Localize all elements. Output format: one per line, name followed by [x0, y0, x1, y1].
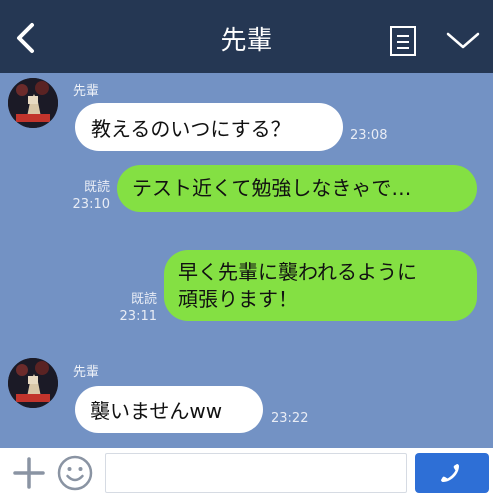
message-text: 教えるのいつにする？ [91, 116, 291, 141]
message-bubble[interactable]: 早く先輩に襲われるように 頑張ります！ [164, 250, 477, 321]
message-time: 23:11 [119, 309, 157, 324]
input-bar [0, 448, 493, 500]
message-status: 既読 23:10 [70, 179, 110, 213]
chat-header: 先輩 [0, 0, 493, 73]
message-status: 既読 23:11 [117, 291, 157, 325]
read-receipt: 既読 [83, 180, 110, 195]
smiley-icon[interactable] [56, 454, 94, 492]
avatar-image [8, 78, 58, 128]
message-line-2: 頑張ります！ [178, 286, 298, 311]
sender-name: 先輩 [73, 84, 100, 99]
message-time: 23:08 [350, 128, 388, 143]
avatar-image [8, 358, 58, 408]
avatar[interactable] [8, 78, 58, 128]
message-text: テスト近くて勉強しなきゃで… [132, 176, 412, 200]
message-text: 早く先輩に襲われるように 頑張ります！ [178, 259, 417, 313]
plus-icon[interactable] [12, 456, 46, 490]
message-bubble[interactable]: 襲いませんww [75, 386, 263, 433]
call-button[interactable] [415, 453, 489, 493]
message-input[interactable] [105, 453, 407, 493]
message-time: 23:10 [72, 197, 110, 212]
note-icon[interactable] [389, 25, 417, 57]
sender-name: 先輩 [73, 365, 100, 380]
message-bubble[interactable]: 教えるのいつにする？ [75, 103, 343, 151]
message-bubble[interactable]: テスト近くて勉強しなきゃで… [117, 165, 477, 212]
message-text: 襲いませんww [90, 399, 223, 423]
message-time: 23:22 [271, 411, 309, 426]
message-line-1: 早く先輩に襲われるように [178, 259, 417, 284]
phone-icon [441, 464, 459, 482]
chat-title: 先輩 [220, 26, 273, 56]
avatar[interactable] [8, 358, 58, 408]
chevron-down-icon[interactable] [445, 30, 481, 50]
read-receipt: 既読 [130, 292, 157, 307]
